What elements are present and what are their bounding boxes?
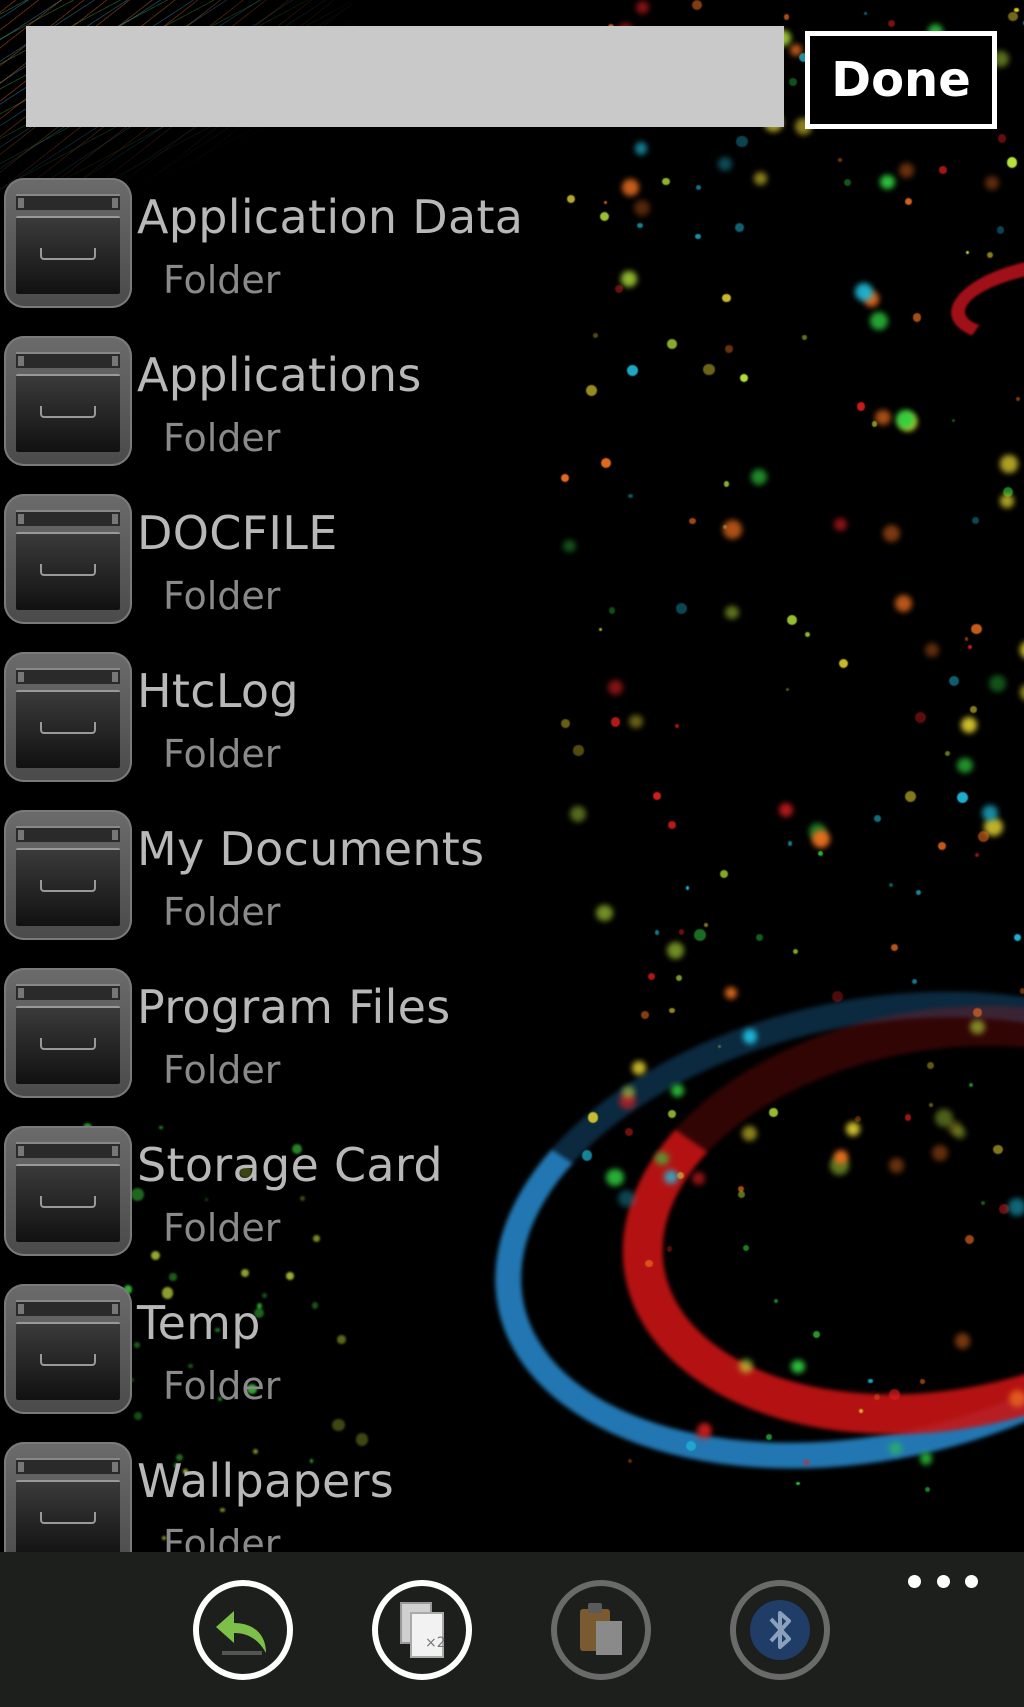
folder-drawer-icon (4, 494, 132, 624)
folder-drawer-icon (4, 178, 132, 308)
undo-button[interactable] (193, 1580, 293, 1680)
list-item[interactable]: Application Data Folder (0, 178, 1024, 336)
ellipsis-icon (936, 1574, 950, 1588)
folder-type: Folder (163, 1048, 281, 1092)
ellipsis-icon (965, 1574, 978, 1588)
folder-name: Temp (137, 1296, 261, 1350)
folder-type: Folder (163, 416, 281, 460)
list-item[interactable]: Temp Folder (0, 1284, 1024, 1442)
folder-name: Program Files (137, 980, 451, 1034)
folder-type: Folder (163, 1206, 281, 1250)
list-item[interactable]: Storage Card Folder (0, 1126, 1024, 1284)
folder-type: Folder (163, 732, 281, 776)
folder-name: DOCFILE (137, 506, 338, 560)
folder-drawer-icon (4, 810, 132, 940)
bluetooth-button[interactable] (730, 1580, 830, 1680)
bluetooth-icon (750, 1600, 810, 1660)
folder-type: Folder (163, 1364, 281, 1408)
list-item[interactable]: My Documents Folder (0, 810, 1024, 968)
more-options-button[interactable] (908, 1566, 978, 1596)
list-item[interactable]: Program Files Folder (0, 968, 1024, 1126)
ellipsis-icon (908, 1574, 921, 1588)
folder-drawer-icon (4, 652, 132, 782)
folder-name: My Documents (137, 822, 485, 876)
folder-drawer-icon (4, 336, 132, 466)
done-button[interactable]: Done (805, 31, 997, 129)
folder-name: Storage Card (137, 1138, 443, 1192)
app-bar: ×2 (0, 1552, 1024, 1707)
list-item[interactable]: HtcLog Folder (0, 652, 1024, 810)
folder-drawer-icon (4, 1284, 132, 1414)
folder-type: Folder (163, 574, 281, 618)
folder-type: Folder (163, 890, 281, 934)
folder-drawer-icon (4, 968, 132, 1098)
folder-name: Applications (137, 348, 422, 402)
folder-list: Application Data Folder Applications Folder… (0, 178, 1024, 1600)
folder-drawer-icon (4, 1126, 132, 1256)
path-input[interactable] (26, 26, 784, 127)
list-item[interactable]: DOCFILE Folder (0, 494, 1024, 652)
paste-clipboard-icon (580, 1603, 622, 1655)
copy-badge: ×2 (425, 1635, 446, 1651)
folder-name: Application Data (137, 190, 524, 244)
copy-button[interactable]: ×2 (372, 1580, 472, 1680)
copy-x2-icon: ×2 (400, 1602, 446, 1658)
list-item[interactable]: Applications Folder (0, 336, 1024, 494)
folder-name: HtcLog (137, 664, 299, 718)
undo-arrow-icon (216, 1611, 266, 1655)
folder-type: Folder (163, 258, 281, 302)
paste-button[interactable] (551, 1580, 651, 1680)
folder-name: Wallpapers (137, 1454, 395, 1508)
